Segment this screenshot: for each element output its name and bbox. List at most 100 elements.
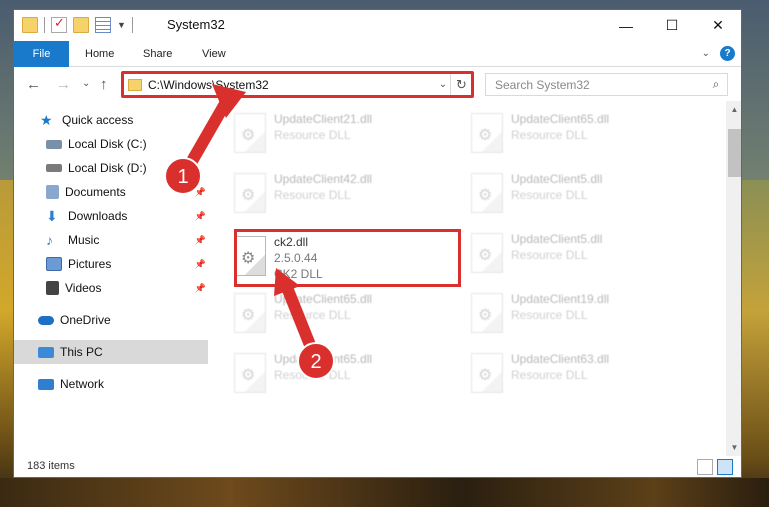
file-name: UpdateClient5.dll — [511, 172, 603, 186]
sidebar-item-network[interactable]: Network — [14, 372, 210, 396]
cloud-icon — [38, 315, 54, 325]
toolbar-separator — [131, 17, 133, 33]
sidebar-item-this-pc[interactable]: This PC — [14, 340, 208, 364]
file-highlight-box — [234, 229, 461, 287]
new-folder-icon[interactable] — [73, 17, 89, 33]
file-item[interactable]: UpdateClient65.dll Resource DLL — [224, 289, 449, 339]
view-toggle — [697, 459, 733, 475]
file-type: Resource DLL — [274, 128, 351, 142]
search-input[interactable]: Search System32 ⌕ — [485, 73, 728, 96]
desktop-wallpaper-right — [739, 180, 769, 507]
item-count: 183 items — [27, 460, 75, 472]
dll-file-icon — [471, 113, 503, 153]
file-explorer-window: ▼ System32 — ☐ ✕ File Home Share View ⌄ … — [13, 9, 742, 478]
scroll-up-arrow-icon[interactable]: ▲ — [726, 101, 741, 118]
sidebar-item-quick-access[interactable]: ★ Quick access — [14, 108, 210, 132]
details-view-icon[interactable] — [697, 459, 713, 475]
sidebar-item-videos[interactable]: Videos 📌 — [14, 276, 210, 300]
dll-file-icon — [234, 173, 266, 213]
sidebar-item-local-disk-d[interactable]: Local Disk (D:) — [14, 156, 210, 180]
file-item[interactable]: UpdateClient63.dll Resource DLL — [461, 349, 686, 399]
file-type: Resource DLL — [511, 308, 588, 322]
computer-icon — [38, 346, 54, 358]
large-icons-view-icon[interactable] — [717, 459, 733, 475]
vertical-scrollbar[interactable]: ▲ ▼ — [726, 101, 741, 456]
drive-icon — [46, 139, 62, 149]
search-placeholder: Search System32 — [495, 77, 590, 92]
pin-icon[interactable]: 📌 — [195, 283, 206, 294]
properties-check-icon[interactable] — [51, 15, 67, 33]
documents-icon — [46, 185, 59, 199]
file-item[interactable]: UpdateClient42.dll Resource DLL — [224, 169, 449, 219]
pin-icon[interactable]: 📌 — [195, 211, 206, 222]
file-type: Resource DLL — [274, 308, 351, 322]
network-icon — [38, 378, 54, 390]
file-type: Resource DLL — [274, 188, 351, 202]
file-name: UpdateClient21.dll — [274, 112, 373, 126]
file-type: Resource DLL — [511, 248, 588, 262]
maximize-button[interactable]: ☐ — [649, 10, 695, 41]
scroll-down-arrow-icon[interactable]: ▼ — [726, 439, 741, 456]
folder-icon[interactable] — [22, 17, 38, 33]
file-name: UpdateClient63.dll — [511, 352, 610, 366]
file-name: UpdateClient65.dll — [274, 292, 373, 306]
file-type: Resource DLL — [511, 188, 588, 202]
sidebar-item-documents[interactable]: Documents 📌 — [14, 180, 210, 204]
drive-icon — [46, 164, 62, 172]
dll-file-icon — [471, 233, 503, 273]
sidebar-item-label: Music — [68, 233, 100, 247]
close-button[interactable]: ✕ — [695, 10, 741, 41]
sidebar-item-label: Local Disk (C:) — [68, 137, 147, 151]
address-highlight-box — [121, 71, 474, 98]
sidebar-item-onedrive[interactable]: OneDrive — [14, 308, 210, 332]
sidebar-item-pictures[interactable]: Pictures 📌 — [14, 252, 210, 276]
ribbon-right-controls: ⌄ ? — [702, 46, 735, 61]
status-bar: 183 items — [14, 456, 741, 477]
customize-toolbar-chevron-icon[interactable]: ▼ — [117, 20, 126, 30]
sidebar-item-local-disk-c[interactable]: Local Disk (C:) — [14, 132, 210, 156]
tab-view[interactable]: View — [202, 41, 226, 67]
desktop-wallpaper-bottom — [0, 478, 769, 507]
sidebar-item-downloads[interactable]: ⬇ Downloads 📌 — [14, 204, 210, 228]
tab-share[interactable]: Share — [143, 41, 172, 67]
tab-home[interactable]: Home — [85, 41, 114, 67]
sidebar-item-label: Documents — [65, 185, 126, 199]
window-title: System32 — [167, 17, 225, 32]
properties-icon[interactable] — [95, 17, 111, 33]
file-item[interactable]: UpdateClient65.dll Resource DLL — [461, 109, 686, 159]
file-item[interactable]: UpdateClient21.dll Resource DLL — [224, 109, 449, 159]
expand-ribbon-chevron-icon[interactable]: ⌄ — [702, 48, 710, 59]
recent-locations-chevron-icon[interactable]: ⌄ — [82, 78, 90, 89]
sidebar-item-music[interactable]: ♪ Music 📌 — [14, 228, 210, 252]
help-icon[interactable]: ? — [720, 46, 735, 61]
search-icon[interactable]: ⌕ — [705, 77, 727, 92]
pin-icon[interactable]: 📌 — [195, 259, 206, 270]
sidebar-item-label: OneDrive — [60, 313, 111, 327]
dll-file-icon — [471, 173, 503, 213]
dll-file-icon — [471, 293, 503, 333]
sidebar-item-label: Quick access — [62, 113, 134, 127]
navigation-pane: ★ Quick access Local Disk (C:) Local Dis… — [14, 101, 210, 456]
file-item[interactable]: UpdateClient19.dll Resource DLL — [461, 289, 686, 339]
music-icon: ♪ — [46, 232, 53, 248]
scroll-thumb[interactable] — [728, 129, 741, 177]
quick-access-toolbar: ▼ — [22, 15, 133, 33]
downloads-icon: ⬇ — [46, 208, 58, 224]
dll-file-icon — [234, 353, 266, 393]
up-arrow-icon[interactable]: ↑ — [100, 76, 108, 93]
back-arrow-icon[interactable]: ← — [26, 76, 41, 93]
file-type: Resource DLL — [274, 368, 351, 382]
file-item[interactable]: UpdateClient65.dll Resource DLL — [224, 349, 449, 399]
file-name: UpdateClient42.dll — [274, 172, 373, 186]
pin-icon[interactable]: 📌 — [195, 235, 206, 246]
file-item[interactable]: UpdateClient5.dll Resource DLL — [461, 169, 686, 219]
file-item[interactable]: UpdateClient5.dll Resource DLL — [461, 229, 686, 279]
sidebar-item-label: Pictures — [68, 257, 112, 271]
sidebar-item-label: Local Disk (D:) — [68, 161, 147, 175]
forward-arrow-icon[interactable]: → — [56, 76, 71, 93]
pictures-icon — [46, 257, 62, 271]
minimize-button[interactable]: — — [603, 10, 649, 41]
dll-file-icon — [234, 293, 266, 333]
pin-icon[interactable]: 📌 — [195, 187, 206, 198]
tab-file[interactable]: File — [14, 41, 69, 67]
